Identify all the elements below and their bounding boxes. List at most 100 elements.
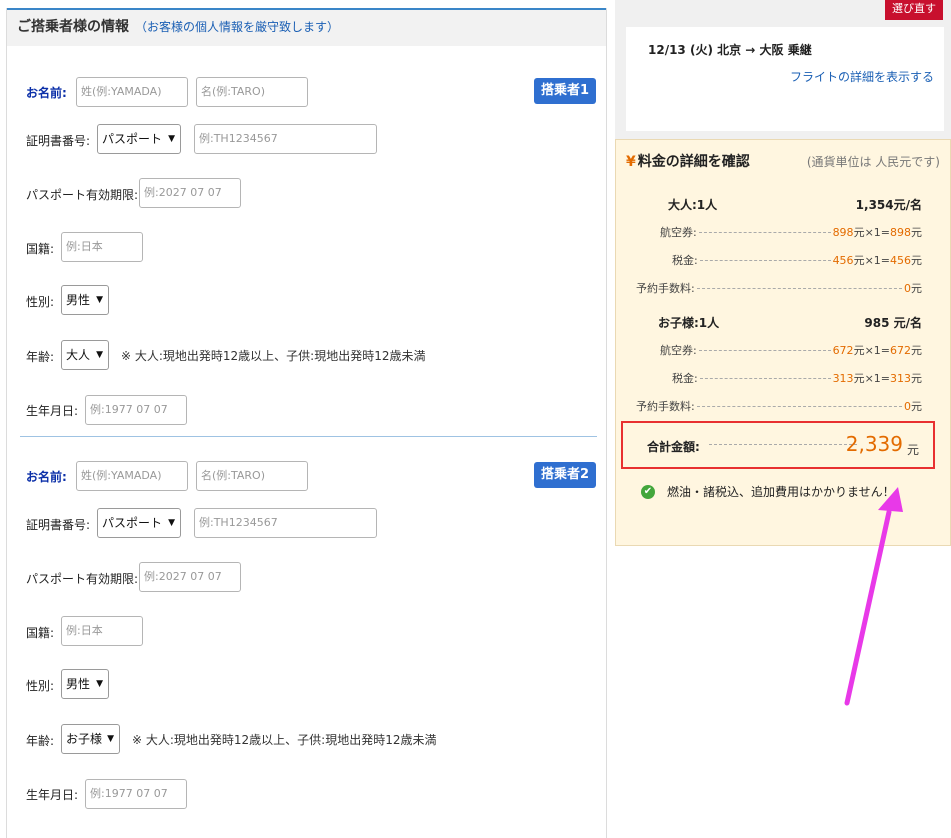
flight-info-card: 12/13 (火) 北京 → 大阪 乗継 フライトの詳細を表示する xyxy=(626,27,944,131)
dropdown-arrow-icon: ▼ xyxy=(107,734,114,744)
tax-label: 税金: xyxy=(672,372,698,385)
dropdown-arrow-icon: ▼ xyxy=(96,350,103,360)
adult-count: 大人:1人 xyxy=(668,198,718,212)
id-number-input[interactable]: 例:TH1234567 xyxy=(194,508,377,538)
tax-label: 税金: xyxy=(672,254,698,267)
name-label: お名前: xyxy=(26,470,67,484)
nationality-label: 国籍: xyxy=(26,626,55,640)
age-value: お子様 xyxy=(66,732,103,746)
count: 1 xyxy=(873,344,881,357)
id-type-select[interactable]: パスポート ▼ xyxy=(97,508,181,538)
id-type-select[interactable]: パスポート ▼ xyxy=(97,124,181,154)
leader-dots xyxy=(696,405,902,407)
age-select[interactable]: お子様 ▼ xyxy=(61,724,120,754)
age-note: ※ 大人:現地出発時12歳以上、子供:現地出発時12歳未満 xyxy=(121,349,426,363)
fare-header-label: 料金の詳細を確認 xyxy=(637,154,750,170)
passenger-badge: 搭乗者1 xyxy=(534,78,596,104)
count: 1 xyxy=(873,226,881,239)
yen-icon: ¥ xyxy=(626,154,636,170)
tax-value: 456 xyxy=(832,254,854,267)
leader-dots xyxy=(709,444,857,445)
tax-total: 456 xyxy=(890,254,911,267)
leader-dots xyxy=(696,287,902,289)
nationality-label: 国籍: xyxy=(26,242,55,256)
leader-dots xyxy=(698,231,831,233)
unit: 元 xyxy=(911,400,922,413)
passenger-badge: 搭乗者2 xyxy=(534,462,596,488)
flight-summary-box: 選び直す 12/13 (火) 北京 → 大阪 乗継 フライトの詳細を表示する xyxy=(615,0,951,139)
id-number-label: 証明書番号: xyxy=(26,134,91,148)
ticket-value: 672 xyxy=(832,344,854,357)
ticket-total: 672 xyxy=(890,344,911,357)
fare-details-box: ¥ 料金の詳細を確認 (通貨単位は 人民元です) 大人:1人 1,354元/名 航… xyxy=(615,139,951,546)
passport-expiry-label: パスポート有効期限: xyxy=(26,572,139,586)
total-amount: 2,339 xyxy=(845,432,903,456)
fee-label: 予約手数料: xyxy=(636,282,695,295)
adult-tax-row: 税金: 456元×1=456元 xyxy=(672,254,922,267)
count: 1 xyxy=(873,372,881,385)
dropdown-arrow-icon: ▼ xyxy=(96,679,103,689)
birthdate-label: 生年月日: xyxy=(26,788,79,802)
given-name-input[interactable]: 名(例:TARO) xyxy=(196,77,308,107)
unit: 元 xyxy=(853,344,865,357)
form-title: ご搭乗者様の情報 xyxy=(17,19,129,35)
total-unit: 元 xyxy=(906,443,919,457)
child-per-person: 985 元/名 xyxy=(864,316,922,330)
fee-value: 0 xyxy=(904,400,911,413)
ticket-label: 航空券: xyxy=(660,226,697,239)
total-label: 合計金額: xyxy=(647,440,700,454)
notice-text: 燃油・諸税込、追加費用はかかりません！ xyxy=(667,485,895,499)
ticket-value: 898 xyxy=(832,226,854,239)
unit: 元 xyxy=(911,372,922,385)
gender-select[interactable]: 男性 ▼ xyxy=(61,669,109,699)
fare-header: ¥ 料金の詳細を確認 xyxy=(626,151,750,171)
check-circle-icon: ✔ xyxy=(641,484,655,499)
currency-note: (通貨単位は 人民元です) xyxy=(806,155,940,169)
gender-label: 性別: xyxy=(26,679,55,693)
passport-expiry-input[interactable]: 例:2027 07 07 xyxy=(139,178,241,208)
dropdown-arrow-icon: ▼ xyxy=(96,295,103,305)
age-label: 年齢: xyxy=(26,350,55,364)
passport-expiry-input[interactable]: 例:2027 07 07 xyxy=(139,562,241,592)
given-name-input[interactable]: 名(例:TARO) xyxy=(196,461,308,491)
child-tax-row: 税金: 313元×1=313元 xyxy=(672,372,922,385)
gender-value: 男性 xyxy=(66,677,91,691)
flight-detail-link[interactable]: フライトの詳細を表示する xyxy=(790,68,934,85)
child-ticket-row: 航空券: 672元×1=672元 xyxy=(660,344,922,357)
leader-dots xyxy=(699,259,831,261)
birthdate-input[interactable]: 例:1977 07 07 xyxy=(85,779,187,809)
birthdate-input[interactable]: 例:1977 07 07 xyxy=(85,395,187,425)
surname-input[interactable]: 姓(例:YAMADA) xyxy=(76,77,188,107)
tax-total: 313 xyxy=(890,372,911,385)
nationality-input[interactable]: 例:日本 xyxy=(61,232,143,262)
privacy-note: （お客様の個人情報を厳守致します） xyxy=(135,20,340,34)
unit: 元 xyxy=(911,254,922,267)
adult-fare-group: 大人:1人 1,354元/名 xyxy=(668,196,922,213)
surname-input[interactable]: 姓(例:YAMADA) xyxy=(76,461,188,491)
total-amount-box: 合計金額: 2,339 元 xyxy=(621,421,935,469)
booking-summary-column: 選び直す 12/13 (火) 北京 → 大阪 乗継 フライトの詳細を表示する ¥… xyxy=(615,0,951,829)
flight-route-summary: 12/13 (火) 北京 → 大阪 乗継 xyxy=(648,43,812,57)
gender-value: 男性 xyxy=(66,293,91,307)
reselect-button[interactable]: 選び直す xyxy=(885,0,943,20)
age-note: ※ 大人:現地出発時12歳以上、子供:現地出発時12歳未満 xyxy=(132,733,437,747)
ticket-total: 898 xyxy=(890,226,911,239)
leader-dots xyxy=(699,377,831,379)
gender-select[interactable]: 男性 ▼ xyxy=(61,285,109,315)
unit: 元 xyxy=(911,226,922,239)
unit: 元 xyxy=(911,282,922,295)
all-inclusive-notice: ✔ 燃油・諸税込、追加費用はかかりません！ xyxy=(641,483,895,500)
id-type-value: パスポート xyxy=(102,132,163,146)
child-fare-group: お子様:1人 985 元/名 xyxy=(658,314,922,331)
fee-label: 予約手数料: xyxy=(636,400,695,413)
times-sign: × xyxy=(864,344,874,357)
nationality-input[interactable]: 例:日本 xyxy=(61,616,143,646)
id-number-input[interactable]: 例:TH1234567 xyxy=(194,124,377,154)
birthdate-label: 生年月日: xyxy=(26,404,79,418)
age-select[interactable]: 大人 ▼ xyxy=(61,340,109,370)
name-label: お名前: xyxy=(26,86,67,100)
count: 1 xyxy=(873,254,881,267)
adult-fee-row: 予約手数料: 0元 xyxy=(636,280,922,296)
passenger-divider xyxy=(20,436,597,437)
passport-expiry-label: パスポート有効期限: xyxy=(26,188,139,202)
